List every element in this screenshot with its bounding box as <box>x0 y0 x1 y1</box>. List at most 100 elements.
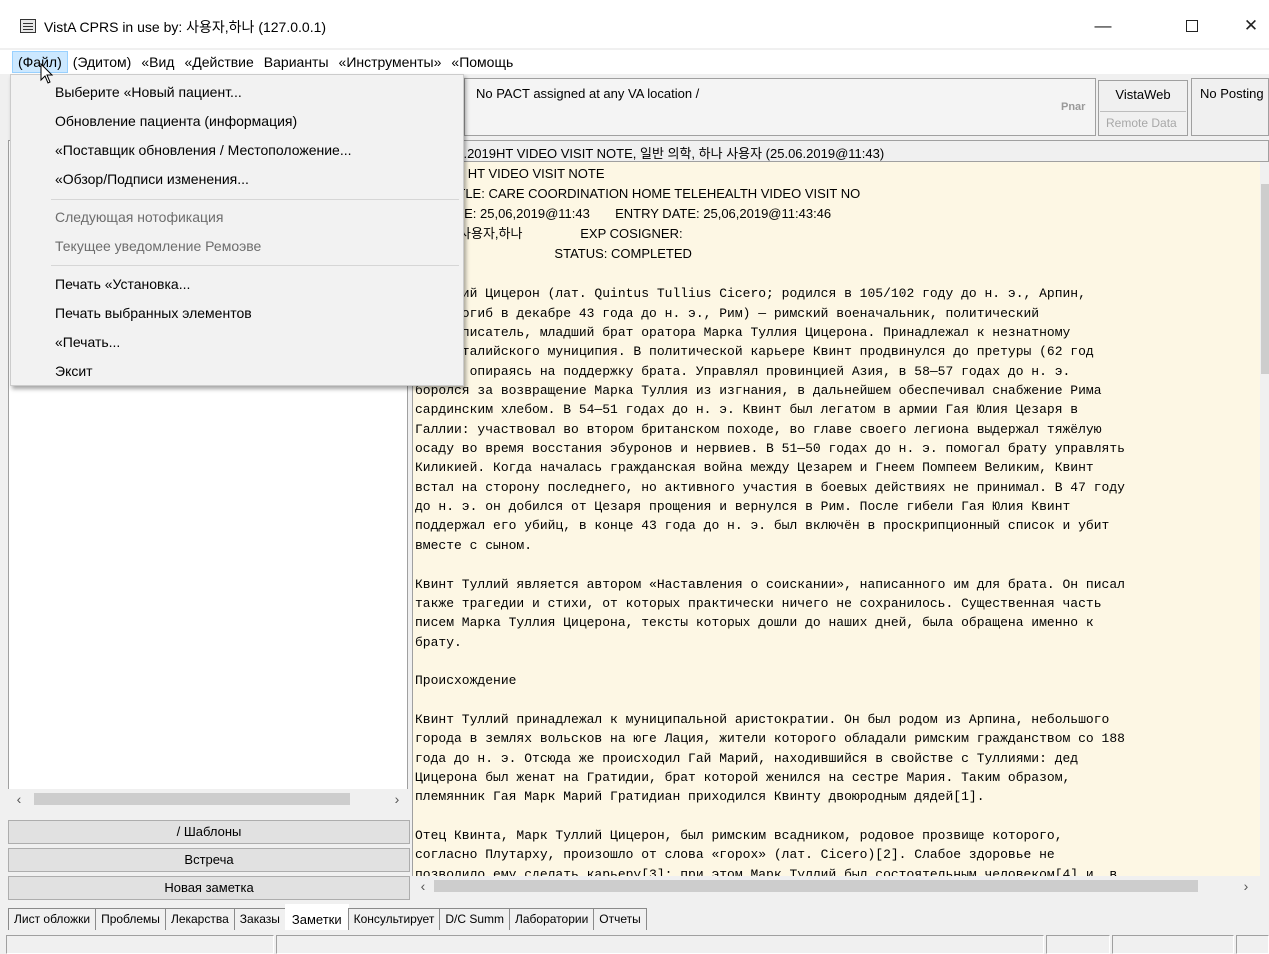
scroll-left-icon[interactable]: ‹ <box>10 789 28 809</box>
note-header-line: THOR: 사용자,하나 EXP COSIGNER: <box>415 226 683 241</box>
maximize-icon <box>1186 20 1198 32</box>
tab-meds[interactable]: Лекарства <box>164 908 235 930</box>
close-button[interactable]: ✕ <box>1236 13 1266 39</box>
vistaweb-button[interactable]: VistaWeb Remote Data <box>1098 80 1188 136</box>
note-body-line: Происхождение <box>415 673 517 689</box>
status-bar <box>0 932 1269 954</box>
tab-consults[interactable]: Консультирует <box>347 908 441 930</box>
note-body-line: боролся за возвращение Марка Туллия из и… <box>415 383 1102 399</box>
file-menu-dropdown: Выберите «Новый пациент... Обновление па… <box>10 74 464 386</box>
note-body-line: осаду во время восстания эбуронов и нерв… <box>415 441 1125 457</box>
menu-tools[interactable]: «Инструменты» <box>334 51 447 73</box>
menu-item-refresh-patient[interactable]: Обновление пациента (информация) <box>55 113 297 129</box>
app-icon <box>20 19 36 33</box>
vscroll-thumb[interactable] <box>1261 184 1269 374</box>
title-bar: VistA CPRS in use by: 사용자,하나 (127.0.0.1)… <box>0 0 1269 48</box>
new-note-button[interactable]: Новая заметка <box>8 876 410 900</box>
tab-problems[interactable]: Проблемы <box>95 908 166 930</box>
note-body-line <box>415 555 1125 574</box>
note-body-line: племянник Гая Марк Марий Гратидиан прихо… <box>415 789 985 805</box>
menu-item-print-setup[interactable]: Печать «Установка... <box>55 276 190 292</box>
note-body-line <box>415 691 1125 710</box>
note-body-line: брату. <box>415 634 462 650</box>
tab-cover-sheet[interactable]: Лист обложки <box>8 908 97 930</box>
tab-orders[interactable]: Заказы <box>233 908 286 930</box>
note-body-line: сардинским хлебом. В 54—51 годах до н. э… <box>415 402 1079 418</box>
menu-help[interactable]: «Помощь <box>446 51 518 73</box>
tab-labs[interactable]: Лаборатории <box>509 908 595 930</box>
status-panel <box>1236 935 1269 954</box>
minimize-button[interactable]: — <box>1088 13 1118 39</box>
scroll-thumb[interactable] <box>34 793 350 805</box>
close-icon: ✕ <box>1243 16 1259 35</box>
note-body-line <box>415 807 1125 826</box>
menu-item-remove-notification: Текущее уведомление Ремоэве <box>55 238 262 254</box>
menu-item-print[interactable]: «Печать... <box>55 334 120 350</box>
menu-bar: (Файл) (Эдитом) «Вид «Действие Варианты … <box>0 50 1269 74</box>
menu-item-exit[interactable]: Эксит <box>55 363 93 379</box>
note-vscrollbar[interactable] <box>1260 162 1269 876</box>
note-body-line: Квинт Туллий принадлежал к муниципальной… <box>415 711 1110 727</box>
menu-separator <box>51 199 459 200</box>
menu-item-select-new-patient[interactable]: Выберите «Новый пациент... <box>55 84 242 100</box>
note-body-line: Отец Квинта, Марк Туллий Цицерон, был ри… <box>415 827 1063 843</box>
note-hscrollbar[interactable]: ‹ › <box>412 876 1269 896</box>
pact-panel[interactable]: No PACT assigned at any VA location / Pn… <box>464 78 1096 136</box>
note-body-line: согласно Плутарху, произошло от слова «г… <box>415 847 1055 863</box>
note-text-area[interactable]: L TITLE: HT VIDEO VISIT NOTE ARD TITLE: C… <box>412 162 1260 876</box>
note-body-line: Туллий Цицерон (лат. Quintus Tullius Cic… <box>415 286 1086 302</box>
menu-action[interactable]: «Действие <box>179 51 258 73</box>
scroll-thumb[interactable] <box>434 880 1198 892</box>
tab-dc-summ[interactable]: D/C Summ <box>439 908 510 930</box>
templates-button[interactable]: / Шаблоны <box>8 820 410 844</box>
scroll-right-icon[interactable]: › <box>1237 876 1255 896</box>
note-body-line: из италийского муниципия. В политической… <box>415 344 1094 360</box>
pact-text: No PACT assigned at any VA location / <box>476 86 700 101</box>
menu-item-print-selected[interactable]: Печать выбранных элементов <box>55 305 252 321</box>
flag-label: Pnar <box>1061 101 1086 113</box>
status-panel <box>276 935 1044 954</box>
note-body-line: э.), опираясь на поддержку брата. Управл… <box>415 363 1071 379</box>
scroll-right-icon[interactable]: › <box>388 789 406 809</box>
note-header-line: ARD TITLE: CARE COORDINATION HOME TELEHE… <box>415 186 861 201</box>
menu-item-next-notification: Следующая нотофикация <box>55 209 224 225</box>
note-body-text: Туллий Цицерон (лат. Quintus Tullius Cic… <box>415 265 1125 876</box>
menu-edit[interactable]: (Эдитом) <box>68 51 137 73</box>
note-body-line: ь и писатель, младший брат оратора Марка… <box>415 325 1071 341</box>
status-panel <box>1046 935 1110 954</box>
scroll-left-icon[interactable]: ‹ <box>414 876 432 896</box>
note-title-bar: 06.2019HT VIDEO VISIT NOTE, 일반 의학, 하나 사용… <box>412 140 1269 162</box>
encounter-button[interactable]: Встреча <box>8 848 410 872</box>
chart-tabs: Лист обложки Проблемы Лекарства Заказы З… <box>8 904 647 930</box>
note-title: 06.2019HT VIDEO VISIT NOTE, 일반 의학, 하나 사용… <box>449 146 885 161</box>
note-body-line: поддержал его убийц, в конце 43 года до … <box>415 518 1110 534</box>
note-body-line: писем Марка Туллия Цицерона, тексты кото… <box>415 615 1094 631</box>
tab-notes[interactable]: Заметки <box>284 904 349 930</box>
postings-text: No Posting <box>1200 86 1264 101</box>
note-body-line: вместе с сыном. <box>415 537 533 553</box>
note-body-line <box>415 265 1125 284</box>
note-body-line: — погиб в декабре 43 года до н. э., Рим)… <box>415 305 1040 321</box>
menu-item-update-provider[interactable]: «Поставщик обновления / Местоположение..… <box>55 142 351 158</box>
menu-item-review-sign[interactable]: «Обзор/Подписи изменения... <box>55 171 249 187</box>
vistaweb-label: VistaWeb <box>1115 87 1171 102</box>
note-body-line: года до н. э. Отсюда же происходил Гай М… <box>415 750 1079 766</box>
note-body-line: Цицерона был женат на Гратидии, брат кот… <box>415 769 1071 785</box>
remote-data-button[interactable]: Remote Data <box>1100 111 1186 133</box>
note-body-line: Квинт Туллий является автором «Наставлен… <box>415 576 1125 592</box>
note-header-text: L TITLE: HT VIDEO VISIT NOTE ARD TITLE: C… <box>415 164 860 264</box>
menu-view[interactable]: «Вид <box>136 51 179 73</box>
status-panel <box>6 935 274 954</box>
note-body-line: позволило ему сделать карьеру[3]; при эт… <box>415 866 1118 876</box>
mouse-cursor-icon <box>40 63 54 84</box>
note-header-line: OF NOTE: 25,06,2019@11:43 ENTRY DATE: 25… <box>415 206 832 221</box>
note-body-line <box>415 652 1125 671</box>
note-body-line: также трагедии и стихи, от которых практ… <box>415 595 1102 611</box>
note-header-line: L TITLE: HT VIDEO VISIT NOTE <box>415 166 605 181</box>
note-body-line: до н. э. он добился от Цезаря прощения и… <box>415 499 1071 515</box>
maximize-button[interactable] <box>1177 13 1207 39</box>
menu-options[interactable]: Варианты <box>259 51 334 73</box>
postings-panel[interactable]: No Posting <box>1191 78 1269 136</box>
tab-reports[interactable]: Отчеты <box>593 908 647 930</box>
notes-tree-hscrollbar[interactable]: ‹ › <box>8 789 408 809</box>
